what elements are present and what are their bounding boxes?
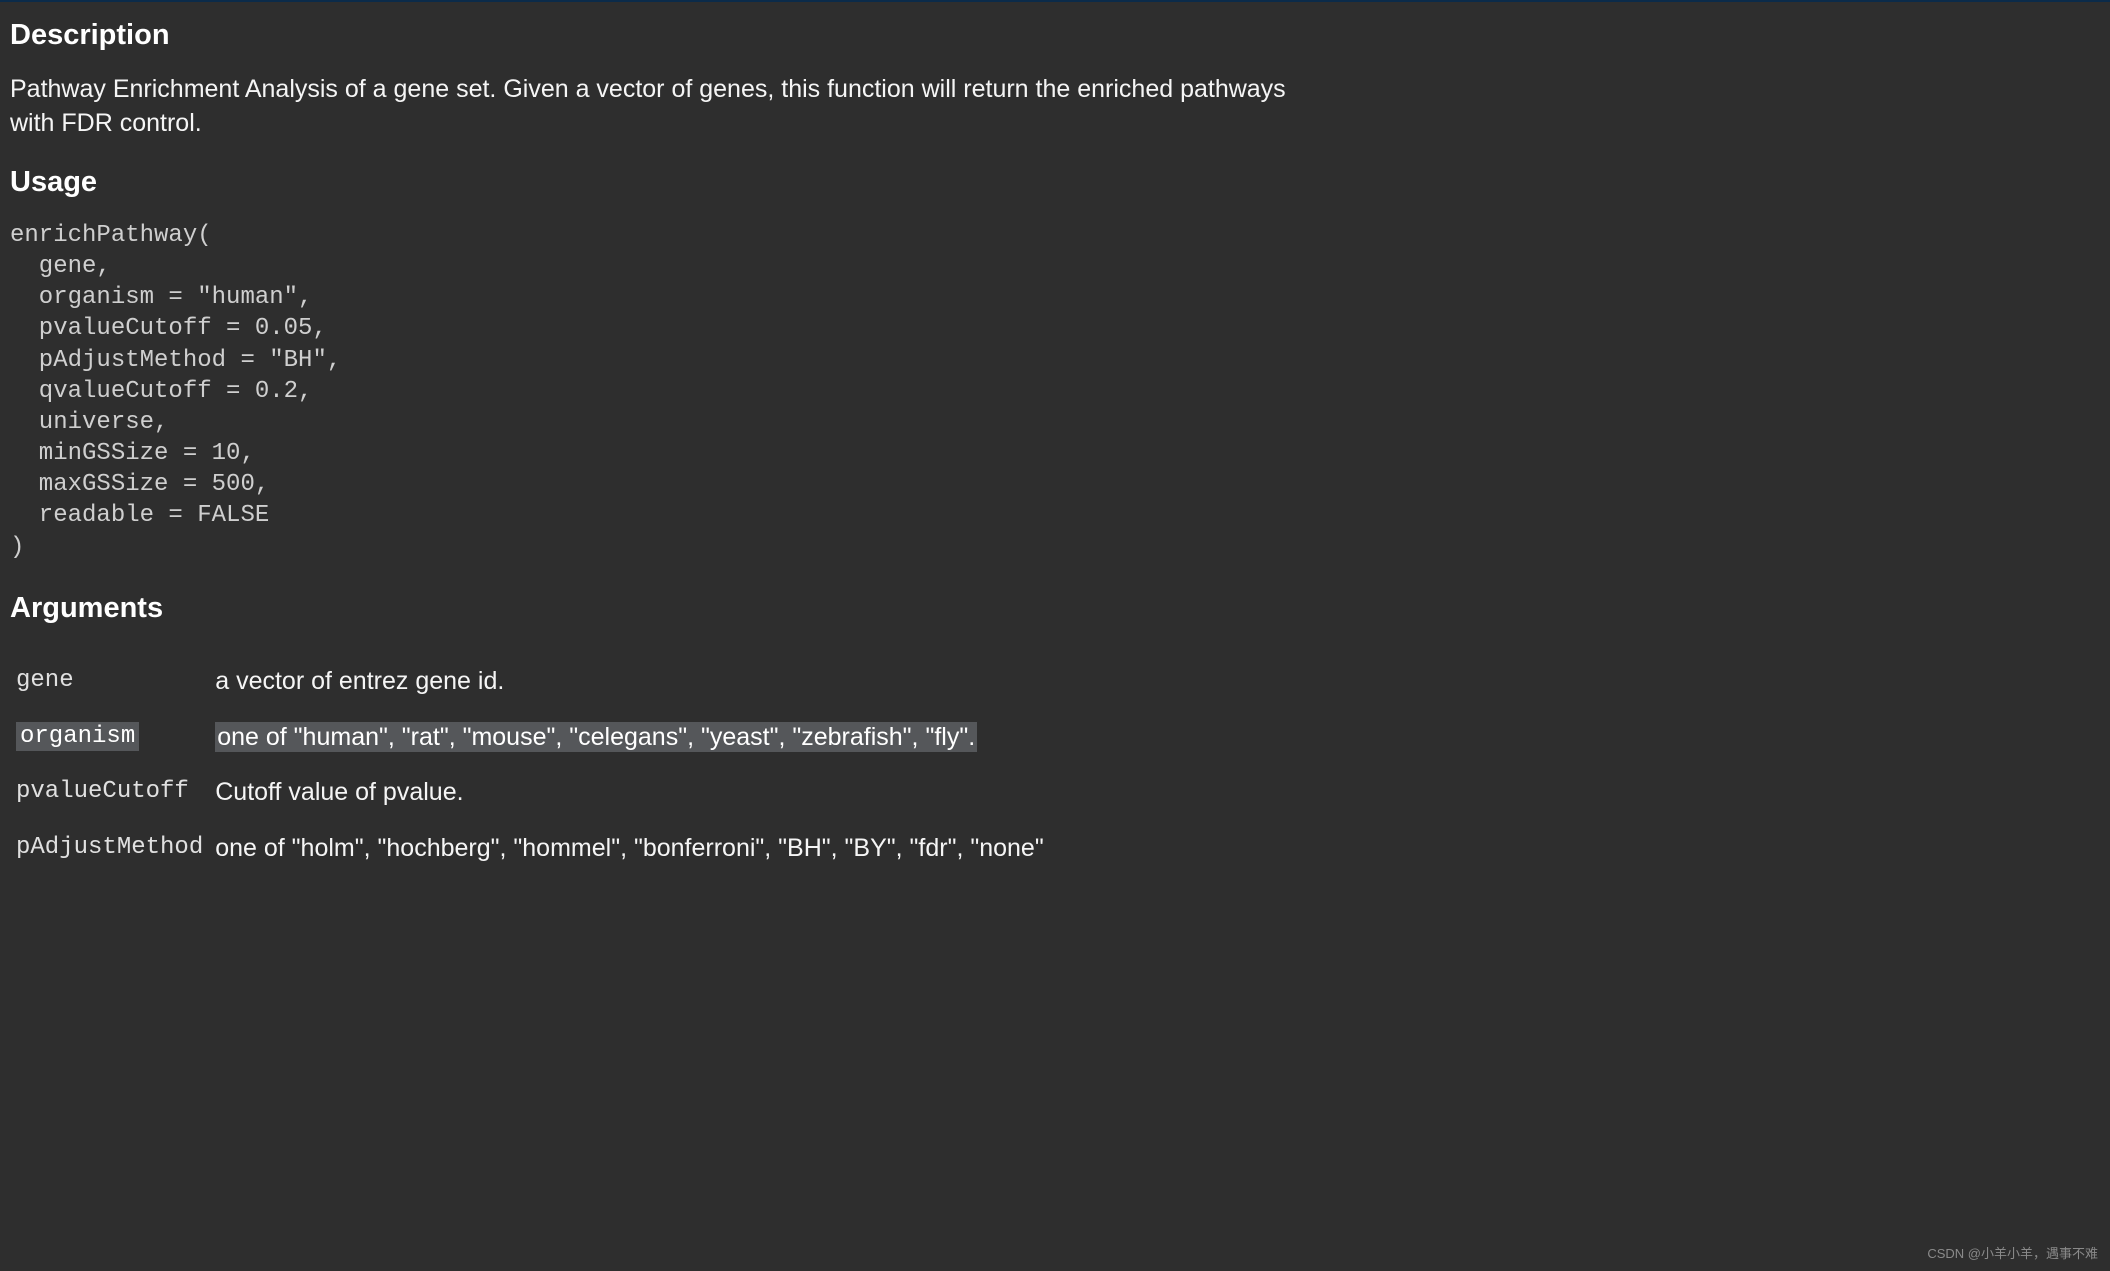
- argument-name: gene: [10, 662, 209, 702]
- watermark-text: CSDN @小羊小羊，遇事不难: [1927, 1245, 2098, 1263]
- argument-name: pvalueCutoff: [10, 773, 209, 813]
- argument-description: one of "human", "rat", "mouse", "celegan…: [209, 718, 1049, 758]
- usage-code-block: enrichPathway( gene, organism = "human",…: [10, 220, 2100, 563]
- argument-name: organism: [10, 718, 209, 758]
- argument-description: one of "holm", "hochberg", "hommel", "bo…: [209, 829, 1049, 869]
- argument-description: Cutoff value of pvalue.: [209, 773, 1049, 813]
- argument-row: pvalueCutoffCutoff value of pvalue.: [10, 773, 1050, 813]
- description-text: Pathway Enrichment Analysis of a gene se…: [10, 73, 1290, 141]
- heading-arguments: Arguments: [10, 589, 2100, 628]
- arguments-table: genea vector of entrez gene id.organismo…: [10, 646, 1050, 885]
- argument-description: a vector of entrez gene id.: [209, 662, 1049, 702]
- argument-row: organismone of "human", "rat", "mouse", …: [10, 718, 1050, 758]
- argument-row: genea vector of entrez gene id.: [10, 662, 1050, 702]
- heading-usage: Usage: [10, 163, 2100, 202]
- doc-page: Description Pathway Enrichment Analysis …: [0, 0, 2110, 925]
- argument-row: pAdjustMethodone of "holm", "hochberg", …: [10, 829, 1050, 869]
- argument-name: pAdjustMethod: [10, 829, 209, 869]
- heading-description: Description: [10, 16, 2100, 55]
